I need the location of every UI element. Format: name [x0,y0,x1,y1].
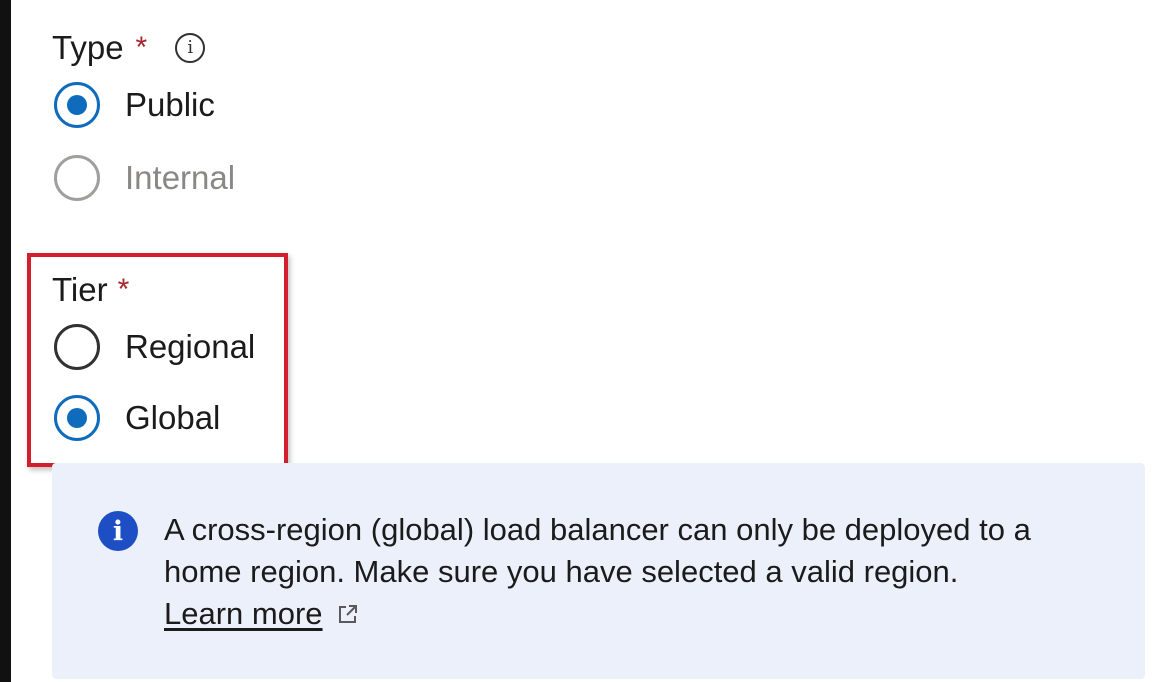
learn-more-label: Learn more [164,596,323,631]
info-outline-icon[interactable]: i [175,33,206,63]
radio-dot-icon [67,408,87,428]
radio-dot-icon [67,95,87,115]
external-link-icon [338,605,357,623]
radio-selected-icon[interactable] [54,395,100,441]
left-edge-border [0,0,11,682]
load-balancer-form: Type * i Public Internal Tier * Regional… [0,0,1167,682]
radio-unselected-icon[interactable] [54,324,100,370]
learn-more-link[interactable]: Learn more [164,593,359,635]
radio-selected-icon[interactable] [54,82,100,128]
info-filled-icon: i [98,511,138,551]
tier-label-text: Tier [52,271,108,308]
radio-option-public[interactable]: Public [54,82,215,128]
radio-label-global: Global [125,399,221,436]
radio-label-regional: Regional [125,328,256,365]
tier-required-marker: * [117,273,130,306]
radio-option-internal: Internal [54,155,235,201]
info-message-line-1: A cross-region (global) load balancer ca… [164,512,1031,547]
radio-label-internal: Internal [125,159,236,196]
tier-field-label: Tier * [52,270,129,310]
type-field-label: Type * i [52,28,206,68]
info-message-bar: i A cross-region (global) load balancer … [52,463,1145,679]
radio-label-public: Public [125,86,215,123]
type-label-text: Type [52,29,124,66]
radio-unselected-icon [54,155,100,201]
radio-option-regional[interactable]: Regional [54,324,255,370]
radio-option-global[interactable]: Global [54,395,220,441]
info-message-text: A cross-region (global) load balancer ca… [164,509,1124,635]
info-message-line-2: home region. Make sure you have selected… [164,554,959,589]
type-required-marker: * [135,31,148,64]
